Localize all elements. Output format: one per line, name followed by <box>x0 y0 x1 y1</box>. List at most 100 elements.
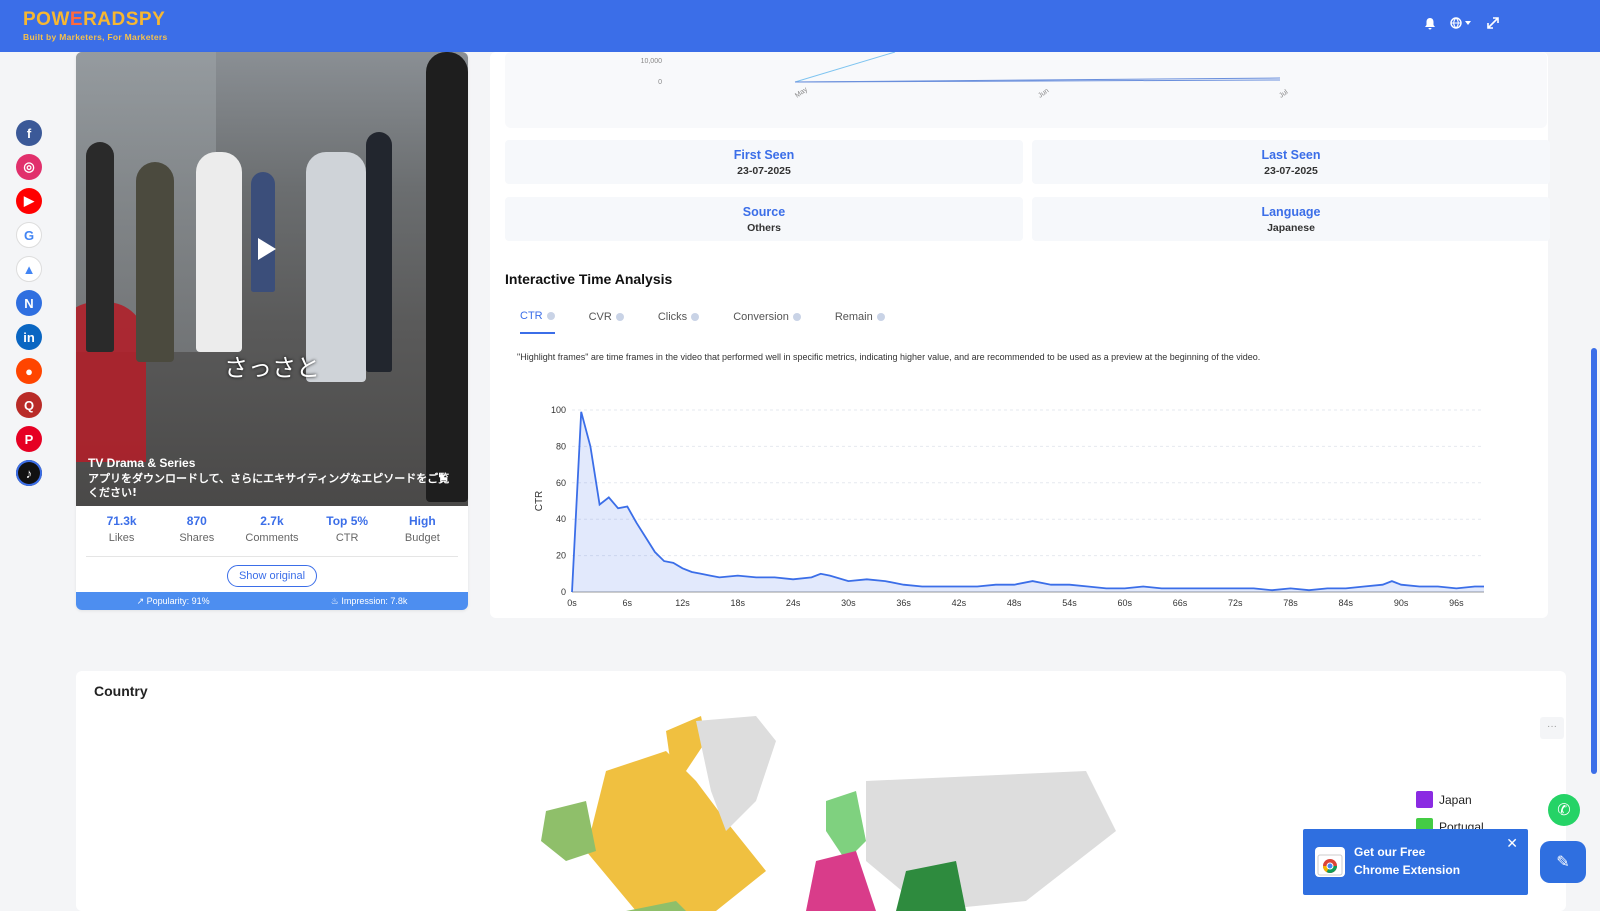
world-map[interactable] <box>526 711 1126 911</box>
promo-line2: Chrome Extension <box>1354 863 1461 877</box>
x-tick-label: 0s <box>567 598 577 608</box>
x-tick-label: 60s <box>1117 598 1132 608</box>
map-menu-button[interactable]: ··· <box>1540 717 1564 739</box>
help-icon[interactable] <box>615 313 624 321</box>
source-label: Source <box>742 205 786 219</box>
chat-icon[interactable]: ✎ <box>1540 841 1586 883</box>
stat-label: CTR <box>335 532 359 544</box>
y-tick-label: 20 <box>556 551 566 561</box>
stat-value: 870 <box>186 514 207 528</box>
tab-label: Remain <box>834 311 873 323</box>
section-title-time-analysis: Interactive Time Analysis <box>505 271 673 287</box>
stat-value: Top 5% <box>326 514 369 528</box>
x-tick-label: 54s <box>1062 598 1077 608</box>
language-globe-icon[interactable] <box>1450 17 1472 29</box>
last-seen-label: Last Seen <box>1261 148 1321 162</box>
whatsapp-icon[interactable]: ✆ <box>1548 794 1580 826</box>
ctr-time-chart[interactable]: 0 20 40 60 80 100 0s 6s 12s 18s 24s 30s 36s 42s 48s 54s… <box>530 392 1530 622</box>
language-value: Japanese <box>1267 222 1315 234</box>
last-seen-value: 23-07-2025 <box>1264 165 1318 177</box>
mini-x-tick: May <box>794 86 809 100</box>
y-axis-label: CTR <box>534 491 545 512</box>
logo[interactable]: POWERADSPY Built by Marketers, For Marke… <box>23 10 168 42</box>
show-original-button[interactable]: Show original <box>227 565 317 587</box>
tab-remain[interactable]: Remain <box>835 310 885 334</box>
trend-icon: ↗ <box>136 595 145 606</box>
logo-tagline: Built by Marketers, For Marketers <box>23 32 168 42</box>
top-navbar: POWERADSPY Built by Marketers, For Marke… <box>0 0 1600 52</box>
mini-y-tick: 10,000 <box>641 58 663 65</box>
fullscreen-icon[interactable] <box>1486 16 1500 30</box>
tab-conversion[interactable]: Conversion <box>733 310 801 334</box>
stat-budget: High Budget <box>387 514 457 544</box>
logo-text-right: RADSPY <box>83 9 166 30</box>
promo-line1: Get our Free <box>1354 845 1426 859</box>
stat-ctr: Top 5% CTR <box>312 514 382 544</box>
ctr-area-fill <box>572 411 1484 592</box>
popularity-bar: ↗ Popularity: 91% ♨ Impression: 7.8k <box>76 592 468 610</box>
y-tick-label: 40 <box>556 514 566 524</box>
x-tick-label: 12s <box>675 598 690 608</box>
tab-ctr[interactable]: CTR <box>520 310 555 334</box>
mini-x-tick: Jul <box>1278 89 1290 100</box>
pinterest-icon[interactable]: P <box>16 426 42 452</box>
country-title: Country <box>94 683 148 699</box>
metric-tabs: CTR CVR Clicks Conversion Remain <box>520 310 919 334</box>
linkedin-icon[interactable]: in <box>16 324 42 350</box>
close-icon[interactable]: ✕ <box>1506 835 1518 852</box>
source-value: Others <box>747 222 781 234</box>
instagram-icon[interactable]: ◎ <box>16 154 42 180</box>
help-icon[interactable] <box>691 313 700 321</box>
x-tick-label: 90s <box>1394 598 1409 608</box>
legend-swatch-japan <box>1416 791 1433 808</box>
y-tick-label: 60 <box>556 478 566 488</box>
tab-clicks[interactable]: Clicks <box>657 310 700 334</box>
y-tick-label: 80 <box>556 441 566 451</box>
legend-item: Japan <box>1416 791 1484 808</box>
x-tick-label: 96s <box>1449 598 1464 608</box>
stat-shares: 870 Shares <box>162 514 232 544</box>
first-seen-label: First Seen <box>733 148 795 162</box>
video-subtitle: さっさと <box>224 354 320 382</box>
ad-title: TV Drama & Series <box>88 456 196 470</box>
tab-label: CTR <box>520 310 543 322</box>
reddit-icon[interactable]: ● <box>16 358 42 384</box>
stat-value: 71.3k <box>106 514 137 528</box>
x-tick-label: 30s <box>841 598 856 608</box>
social-platform-sidebar: f ◎ ▶ G ▲ Nin ● Q P ♪ <box>16 120 42 486</box>
ad-description: アプリをダウンロードして、さらにエキサイティングなエピソードをご覧ください! <box>88 472 450 499</box>
help-icon[interactable] <box>546 312 555 320</box>
logo-text-accent: E <box>69 9 84 30</box>
x-tick-label: 36s <box>896 598 911 608</box>
logo-text-left: POW <box>23 9 70 30</box>
chrome-store-icon <box>1315 847 1345 877</box>
last-seen-box: Last Seen 23-07-2025 <box>1032 140 1550 184</box>
ad-stats: 71.3k Likes 870 Shares 2.7k Comments Top 5% CTR… <box>76 514 468 544</box>
youtube-icon[interactable]: ▶ <box>16 188 42 214</box>
play-icon[interactable] <box>258 238 276 260</box>
flame-icon: ♨ <box>330 595 339 606</box>
help-icon[interactable] <box>792 313 801 321</box>
ad-video[interactable]: さっさと TV Drama & Series アプリをダウンロードして、さらにエ… <box>76 52 468 506</box>
x-tick-label: 84s <box>1339 598 1354 608</box>
first-seen-value: 23-07-2025 <box>737 165 791 177</box>
scrollbar-thumb[interactable] <box>1591 348 1597 774</box>
tiktok-icon[interactable]: ♪ <box>16 460 42 486</box>
bell-icon[interactable] <box>1424 17 1436 30</box>
stat-label: Likes <box>108 532 135 544</box>
native-icon[interactable]: N <box>16 290 42 316</box>
help-icon[interactable] <box>876 313 885 321</box>
x-tick-label: 42s <box>952 598 967 608</box>
stat-comments: 2.7k Comments <box>237 514 307 544</box>
x-tick-label: 18s <box>731 598 746 608</box>
tab-cvr[interactable]: CVR <box>589 310 624 334</box>
facebook-icon[interactable]: f <box>16 120 42 146</box>
language-box: Language Japanese <box>1032 197 1550 241</box>
tab-label: Clicks <box>657 311 688 323</box>
chrome-extension-promo[interactable]: Get our Free Chrome Extension ✕ <box>1303 829 1528 895</box>
x-tick-label: 24s <box>786 598 801 608</box>
google-icon[interactable]: G <box>16 222 42 248</box>
x-tick-label: 78s <box>1283 598 1298 608</box>
google-ads-icon[interactable]: ▲ <box>16 256 42 282</box>
quora-icon[interactable]: Q <box>16 392 42 418</box>
